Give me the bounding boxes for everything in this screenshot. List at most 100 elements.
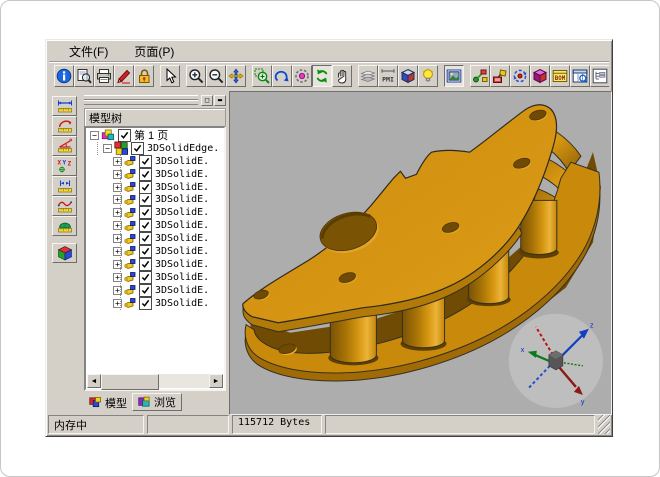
assembly-checkbox[interactable] (131, 142, 144, 155)
tree-part-row[interactable]: + 3DSolidE. (87, 219, 223, 232)
menu-file[interactable]: 文件(F) (61, 42, 116, 61)
light-button[interactable] (418, 65, 438, 87)
part-node-label: 3DSolidE. (155, 246, 209, 257)
pan-hand-button[interactable] (332, 65, 352, 87)
status-field-3 (325, 415, 595, 434)
scrollbar-thumb[interactable] (101, 374, 159, 390)
check-icon (120, 131, 129, 140)
measure-area-icon (57, 218, 73, 234)
part-node-icon (124, 207, 136, 219)
orbit-view-icon (274, 68, 290, 84)
check-icon (141, 221, 150, 230)
page-checkbox[interactable] (118, 129, 131, 142)
part-checkbox[interactable] (139, 258, 152, 271)
panel-gripper[interactable]: □ ▬ (84, 94, 226, 106)
scroll-right-button[interactable]: ► (209, 374, 223, 388)
part-checkbox[interactable] (139, 232, 152, 245)
render-mode-cube-button[interactable] (52, 243, 77, 263)
tree-part-row[interactable]: + 3DSolidE. (87, 206, 223, 219)
scroll-left-button[interactable]: ◄ (87, 374, 101, 388)
part-checkbox[interactable] (139, 297, 152, 310)
snapshot-button[interactable] (444, 65, 464, 87)
part-node-label: 3DSolidE. (155, 169, 209, 180)
measure-curve-button[interactable] (52, 196, 77, 216)
part-node-label: 3DSolidE. (155, 194, 209, 205)
tree-part-row[interactable]: + 3DSolidE. (87, 181, 223, 194)
browse-tab-icon (138, 396, 151, 409)
print-preview-button[interactable] (74, 65, 94, 87)
tab-browse[interactable]: 浏览 (132, 393, 182, 411)
permissions-key-button[interactable] (134, 65, 154, 87)
pmi-button[interactable]: PMI (378, 65, 398, 87)
axis-triad[interactable]: z y x (509, 314, 603, 408)
zoom-in-button[interactable] (186, 65, 206, 87)
orbit-view-button[interactable] (272, 65, 292, 87)
info-button[interactable] (54, 65, 74, 87)
tree-assembly-row[interactable]: − 3DSolidEdge. (87, 142, 223, 155)
tree-part-row[interactable]: + 3DSolidE. (87, 232, 223, 245)
print-button[interactable] (94, 65, 114, 87)
part-checkbox[interactable] (139, 271, 152, 284)
zoom-window-button[interactable] (252, 65, 272, 87)
tree-part-row[interactable]: + 3DSolidE. (87, 271, 223, 284)
measure-angle-button[interactable] (52, 136, 77, 156)
part-checkbox[interactable] (139, 181, 152, 194)
bom-button[interactable]: BOM (550, 65, 570, 87)
collapse-icon[interactable]: − (103, 144, 112, 153)
tree-part-row[interactable]: + 3DSolidE. (87, 297, 223, 310)
tree-page-row[interactable]: − 第 1 页 (87, 129, 223, 142)
markup-pen-button[interactable] (114, 65, 134, 87)
measure-length-button[interactable] (52, 96, 77, 116)
part-checkbox[interactable] (139, 219, 152, 232)
coordinate-xyz-button[interactable]: XYZ (52, 156, 77, 176)
tree-view-button[interactable] (590, 65, 609, 87)
panel-dock-button[interactable]: ▬ (214, 95, 226, 106)
check-icon (141, 273, 150, 282)
panel-maximize-button[interactable]: □ (201, 95, 213, 106)
layers-button[interactable] (358, 65, 378, 87)
part-node-label: 3DSolidE. (155, 233, 209, 244)
part-checkbox[interactable] (139, 284, 152, 297)
spin-view-button[interactable] (292, 65, 312, 87)
resize-grip[interactable] (598, 415, 610, 434)
tree-part-row[interactable]: + 3DSolidE. (87, 155, 223, 168)
menu-page[interactable]: 页面(P) (126, 42, 182, 61)
measure-distance-button[interactable] (52, 176, 77, 196)
collapse-icon[interactable]: − (90, 131, 99, 140)
measure-area-button[interactable] (52, 216, 77, 236)
rotate-assembly-button[interactable] (510, 65, 530, 87)
part-checkbox[interactable] (139, 155, 152, 168)
explode-tools-button[interactable] (470, 65, 490, 87)
part-checkbox[interactable] (139, 245, 152, 258)
light-icon (420, 68, 436, 84)
zoom-out-button[interactable] (206, 65, 226, 87)
check-icon (141, 195, 150, 204)
view-cube-icon (400, 68, 416, 84)
measure-radius-button[interactable] (52, 116, 77, 136)
tree-part-row[interactable]: + 3DSolidE. (87, 168, 223, 181)
refresh-view-button[interactable] (312, 65, 332, 87)
main-toolbar: PMI BOM (49, 61, 609, 89)
select-cursor-button[interactable] (160, 65, 180, 87)
explode-box-button[interactable] (530, 65, 550, 87)
tree-part-row[interactable]: + 3DSolidE. (87, 193, 223, 206)
panel-tabs: 模型 浏览 (84, 392, 182, 411)
pan-arrows-button[interactable] (226, 65, 246, 87)
part-checkbox[interactable] (139, 168, 152, 181)
tab-model[interactable]: 模型 (84, 394, 132, 411)
3d-viewport[interactable]: z y x (229, 91, 612, 415)
check-icon (141, 260, 150, 269)
part-checkbox[interactable] (139, 193, 152, 206)
part-checkbox[interactable] (139, 206, 152, 219)
part-node-label: 3DSolidE. (155, 272, 209, 283)
table-view-button[interactable] (570, 65, 590, 87)
view-cube-button[interactable] (398, 65, 418, 87)
tree-part-row[interactable]: + 3DSolidE. (87, 258, 223, 271)
drag-part-button[interactable] (490, 65, 510, 87)
assembly-node-label: 3DSolidEdge. (147, 143, 219, 154)
tree-part-row[interactable]: + 3DSolidE. (87, 284, 223, 297)
info-icon (56, 68, 72, 84)
scrollbar-track[interactable] (101, 374, 209, 388)
coordinate-xyz-icon: XYZ (57, 158, 73, 174)
tree-part-row[interactable]: + 3DSolidE. (87, 245, 223, 258)
